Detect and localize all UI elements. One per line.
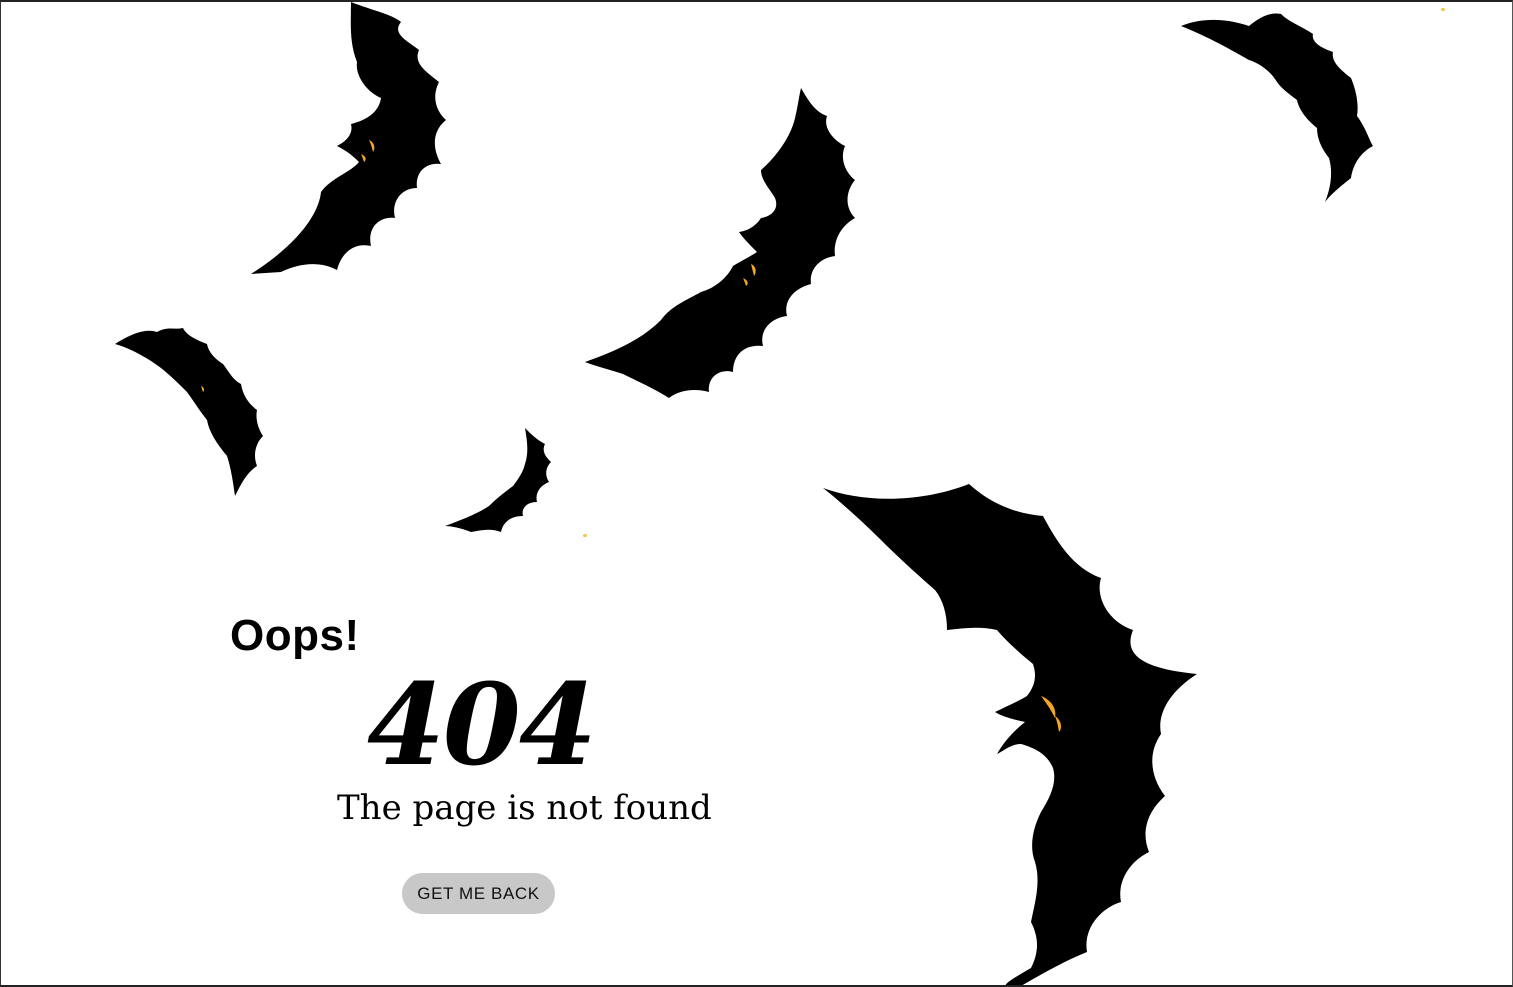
bat-icon xyxy=(241,2,461,282)
error-exclamation: Oops! xyxy=(230,611,360,660)
bat-icon xyxy=(821,482,1206,985)
not-found-page: Oops! 404 The page is not found GET ME B… xyxy=(0,0,1513,987)
bat-icon xyxy=(1181,12,1381,207)
error-code: 404 xyxy=(367,660,597,791)
error-message: The page is not found xyxy=(337,788,712,828)
bat-icon xyxy=(113,324,273,499)
bat-icon xyxy=(583,88,863,403)
firefly-speck xyxy=(1441,8,1445,11)
bat-icon xyxy=(441,428,553,538)
firefly-speck xyxy=(583,534,587,537)
get-me-back-button[interactable]: GET ME BACK xyxy=(402,873,555,914)
